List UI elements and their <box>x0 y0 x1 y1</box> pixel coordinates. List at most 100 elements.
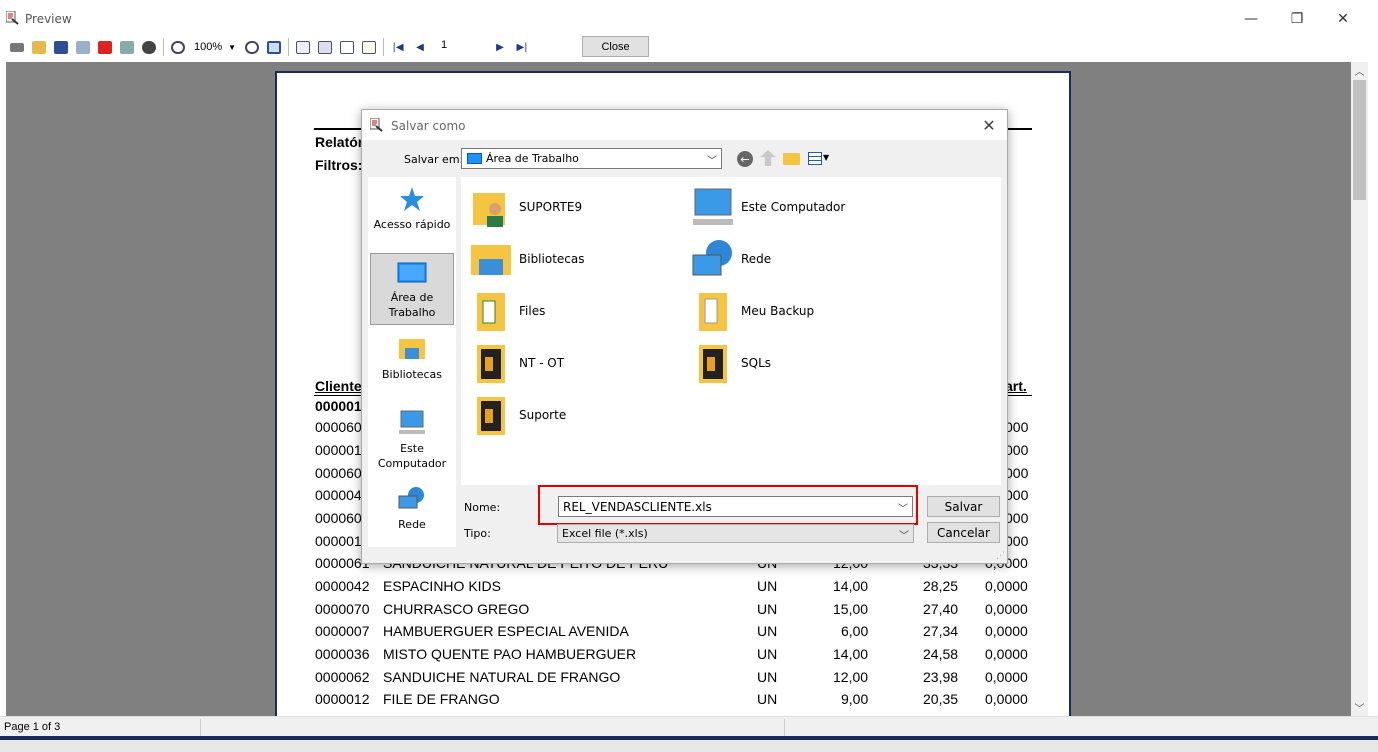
table-row-name: FILE DE FRANGO <box>383 691 500 707</box>
save-button[interactable]: Salvar <box>927 496 1000 517</box>
table-row-name: MISTO QUENTE PAO HAMBUERGUER <box>383 646 637 662</box>
place-desktop[interactable]: Área de Trabalho <box>370 253 454 325</box>
last-page-icon[interactable]: ▶| <box>511 37 533 57</box>
place-libraries[interactable]: Bibliotecas <box>370 335 454 395</box>
column-header-cliente: Cliente <box>315 378 362 394</box>
page-status: Page 1 of 3 <box>4 721 61 733</box>
computer-icon <box>399 410 425 434</box>
minimize-button[interactable]: — <box>1228 6 1274 32</box>
zoom-out-icon[interactable] <box>241 37 263 57</box>
close-preview-button[interactable]: Close <box>582 36 649 57</box>
page-number-input[interactable]: 1 <box>437 38 479 56</box>
status-divider <box>784 719 785 737</box>
save-icon[interactable] <box>50 37 72 57</box>
scroll-up-icon[interactable]: ︿ <box>1351 62 1368 79</box>
star-icon <box>400 187 424 211</box>
status-bar: Page 1 of 3 <box>0 716 1378 738</box>
vertical-scrollbar[interactable]: ︿ ﹀ <box>1351 62 1368 716</box>
list-item[interactable]: Suporte <box>469 391 669 439</box>
table-row-part: 0,0000 <box>985 601 1028 617</box>
table-row-unit: UN <box>757 691 778 707</box>
full-screen-icon[interactable] <box>263 37 285 57</box>
file-name: Este Computador <box>741 200 846 214</box>
table-row-name: CHURRASCO GREGO <box>383 601 530 617</box>
list-item[interactable]: Rede <box>691 235 891 283</box>
view-menu-chevron-icon[interactable]: ▼ <box>823 153 829 162</box>
file-name: Meu Backup <box>741 304 815 318</box>
outline-icon[interactable] <box>292 37 314 57</box>
libraries-icon <box>399 339 425 359</box>
list-item[interactable]: Files <box>469 287 669 335</box>
table-row-partial: 000060 <box>315 510 362 526</box>
table-row-partial: 000004 <box>315 487 362 503</box>
list-item[interactable]: SUPORTE9 <box>469 183 669 231</box>
table-row-qty: 14,00 <box>833 646 869 662</box>
table-row-unit: UN <box>757 669 778 685</box>
list-item[interactable]: Bibliotecas <box>469 235 669 283</box>
resize-grip-icon[interactable]: ⋰ <box>996 551 1005 561</box>
pdf-icon[interactable] <box>94 37 116 57</box>
place-label: Rede <box>398 518 426 531</box>
window-close-button[interactable]: ✕ <box>1320 6 1366 32</box>
save-in-label: Salvar em: <box>404 153 464 166</box>
prev-page-icon[interactable]: ◀ <box>409 37 431 57</box>
find-icon[interactable] <box>138 37 160 57</box>
file-name: SUPORTE9 <box>519 200 583 214</box>
table-row-partial-tail: 000 <box>1005 419 1029 435</box>
place-label: Área de Trabalho <box>388 291 436 319</box>
place-label: Acesso rápido <box>373 218 451 231</box>
zoom-in-icon[interactable] <box>167 37 189 57</box>
list-item[interactable]: NT - OT <box>469 339 669 387</box>
view-menu-icon[interactable] <box>808 152 822 165</box>
file-name: Rede <box>741 252 772 266</box>
new-folder-icon[interactable] <box>783 153 800 165</box>
restore-button[interactable]: ❐ <box>1274 6 1320 32</box>
open-folder-icon[interactable] <box>28 37 50 57</box>
first-page-icon[interactable]: |◀ <box>387 37 409 57</box>
table-row-part: 0,0000 <box>985 669 1028 685</box>
list-item[interactable]: Meu Backup <box>691 287 891 335</box>
chevron-down-icon: ▼ <box>228 42 236 52</box>
export-icon[interactable] <box>72 37 94 57</box>
page-setup-icon[interactable] <box>336 37 358 57</box>
table-row-partial-tail: 000 <box>1005 442 1029 458</box>
up-folder-icon[interactable] <box>760 150 776 166</box>
print-icon[interactable] <box>6 37 28 57</box>
save-in-value: Área de Trabalho <box>486 152 579 165</box>
user-folder-icon <box>473 193 505 227</box>
network-icon <box>398 487 424 509</box>
table-row-code: 0000036 <box>315 646 370 662</box>
zoom-select[interactable]: 100% ▼ <box>192 38 238 56</box>
scroll-thumb[interactable] <box>1353 80 1366 200</box>
list-item[interactable]: Este Computador <box>691 183 891 231</box>
place-network[interactable]: Rede <box>370 485 454 537</box>
folder-icon <box>477 397 505 435</box>
table-row-value: 27,34 <box>923 623 959 639</box>
desktop-icon <box>397 262 427 283</box>
edit-icon[interactable] <box>358 37 380 57</box>
computer-icon <box>693 188 733 225</box>
next-page-icon[interactable]: ▶ <box>489 37 511 57</box>
file-type-value: Excel file (*.xls) <box>562 527 648 540</box>
file-name: NT - OT <box>519 356 565 370</box>
table-row-value: 28,25 <box>923 578 959 594</box>
table-row-part: 0,0000 <box>985 578 1028 594</box>
email-icon[interactable] <box>116 37 138 57</box>
place-this-pc[interactable]: Este Computador <box>370 409 454 477</box>
app-icon <box>6 11 19 25</box>
cancel-button[interactable]: Cancelar <box>927 522 1000 543</box>
close-icon[interactable]: ✕ <box>977 114 1001 136</box>
table-row-qty: 6,00 <box>841 623 869 639</box>
save-in-select[interactable]: Área de Trabalho ﹀ <box>461 148 722 169</box>
table-row-qty: 14,00 <box>833 578 869 594</box>
thumbnails-icon[interactable] <box>314 37 336 57</box>
scroll-down-icon[interactable]: ﹀ <box>1351 699 1368 716</box>
place-quick-access[interactable]: Acesso rápido <box>370 185 454 245</box>
report-title: Relatór <box>315 134 364 150</box>
table-row-unit: UN <box>757 601 778 617</box>
file-type-select[interactable]: Excel file (*.xls) ﹀ <box>557 524 914 543</box>
table-row-code: 0000042 <box>315 578 370 594</box>
back-icon[interactable]: ← <box>737 151 753 167</box>
list-item[interactable]: SQLs <box>691 339 891 387</box>
bottom-strip <box>0 740 1378 752</box>
